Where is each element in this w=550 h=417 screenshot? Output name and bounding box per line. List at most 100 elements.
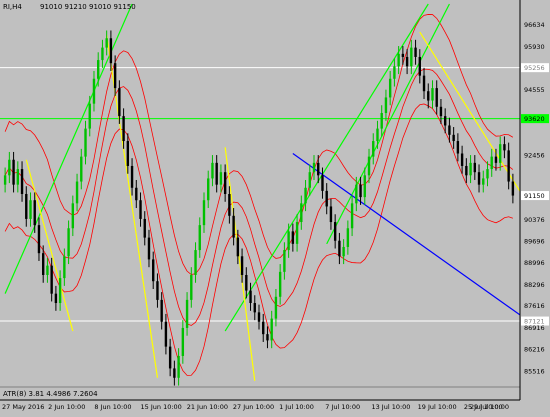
price-badge-text: 95256 — [524, 64, 545, 72]
time-label: 27 May 2016 — [2, 403, 44, 411]
candle-body — [503, 144, 506, 151]
candle-body — [118, 88, 121, 117]
price-label: 87616 — [524, 302, 545, 310]
candle-body — [177, 355, 180, 378]
candle-body — [312, 162, 316, 173]
time-label: 8 Jun 10:00 — [94, 403, 131, 411]
candle-body — [393, 66, 396, 79]
candle-body — [88, 103, 91, 129]
candle-body — [456, 141, 460, 154]
time-label: 15 Jun 10:00 — [141, 403, 182, 411]
candle-body — [245, 274, 248, 291]
candle-body — [283, 250, 286, 272]
time-label: 1 Jul 10:00 — [279, 403, 314, 411]
candle-body — [92, 78, 96, 104]
time-label: 2 Jun 10:00 — [48, 403, 85, 411]
candle-body — [185, 299, 189, 328]
candle-body — [350, 203, 354, 229]
candle-body — [482, 178, 485, 185]
price-label: 95930 — [524, 43, 545, 51]
candle-body — [253, 303, 256, 313]
plot-background — [0, 0, 520, 413]
price-label: 86216 — [524, 346, 545, 354]
candle-body — [101, 47, 104, 61]
candle-body — [63, 256, 66, 279]
candle-body — [84, 128, 87, 157]
candle-body — [494, 156, 498, 163]
candle-body — [511, 181, 515, 196]
candle-body — [25, 194, 28, 219]
candle-body — [384, 97, 388, 114]
time-label: 19 Jul 10:00 — [418, 403, 457, 411]
candle-body — [194, 250, 197, 275]
candle-body — [338, 240, 341, 257]
candle-body — [405, 56, 409, 67]
candle-body — [20, 169, 24, 194]
candle-body — [29, 200, 32, 219]
price-chart[interactable]: ATR(8) 3.81 4.4986 7.2604 96634 95930 9525… — [0, 0, 550, 413]
candle-body — [410, 47, 413, 67]
candle-body — [427, 91, 430, 101]
candle-body — [274, 296, 278, 319]
candle-body — [477, 172, 481, 185]
candle-body — [300, 203, 303, 223]
price-badge-text: 91150 — [524, 192, 545, 200]
candle-body — [37, 225, 41, 254]
candle-body — [67, 228, 70, 257]
candle-body — [58, 278, 62, 304]
candle-body — [291, 231, 295, 244]
candle-body — [308, 172, 311, 188]
candle-body — [401, 53, 405, 57]
candle-body — [46, 265, 49, 275]
price-label: 94555 — [524, 86, 545, 94]
candle-body — [380, 113, 383, 129]
candle-body — [443, 116, 447, 126]
candle-body — [452, 134, 455, 142]
candle-body — [346, 228, 350, 247]
candle-body — [122, 116, 125, 142]
candle-body — [202, 200, 206, 226]
candle-body — [460, 153, 464, 166]
candle-body — [325, 190, 328, 207]
price-label: 96634 — [524, 21, 545, 29]
chart-window[interactable]: ATR(8) 3.81 4.4986 7.2604 96634 95930 9525… — [0, 0, 550, 413]
candle-body — [152, 259, 155, 282]
indicator-label: ATR(8) 3.81 4.4986 7.2604 — [3, 390, 98, 398]
candle-body — [473, 162, 477, 173]
candle-body — [16, 169, 20, 185]
symbol-timeframe: RI,H4 — [3, 3, 22, 11]
price-label: 85516 — [524, 368, 545, 376]
candle-body — [363, 175, 366, 198]
candle-body — [262, 321, 265, 335]
candle-body — [367, 156, 371, 176]
price-badge-text: 87121 — [524, 318, 545, 326]
candle-body — [469, 162, 472, 176]
candle-body — [198, 225, 201, 251]
candle-body — [342, 246, 345, 257]
candle-body — [372, 141, 375, 157]
candle-body — [448, 125, 451, 135]
price-label: 89696 — [524, 237, 545, 245]
candle-body — [435, 88, 438, 107]
candle-body — [173, 368, 176, 378]
price-label: 88296 — [524, 281, 545, 289]
candle-body — [278, 271, 282, 297]
candle-body — [54, 293, 58, 304]
price-badge-text: 93620 — [524, 115, 545, 123]
time-label: 27 Jun 10:00 — [233, 403, 274, 411]
candle-body — [75, 181, 79, 204]
candle-body — [211, 162, 214, 179]
candle-body — [3, 175, 7, 185]
candle-body — [240, 256, 244, 275]
candle-body — [135, 187, 138, 201]
candle-body — [388, 78, 392, 98]
price-label: 92456 — [524, 151, 545, 159]
candle-body — [109, 38, 113, 64]
candle-body — [12, 159, 15, 185]
candle-body — [80, 156, 83, 182]
candle-body — [207, 178, 210, 201]
candle-body — [287, 231, 290, 251]
candle-body — [181, 327, 185, 356]
candle-body — [236, 237, 240, 257]
candle-body — [414, 47, 417, 57]
